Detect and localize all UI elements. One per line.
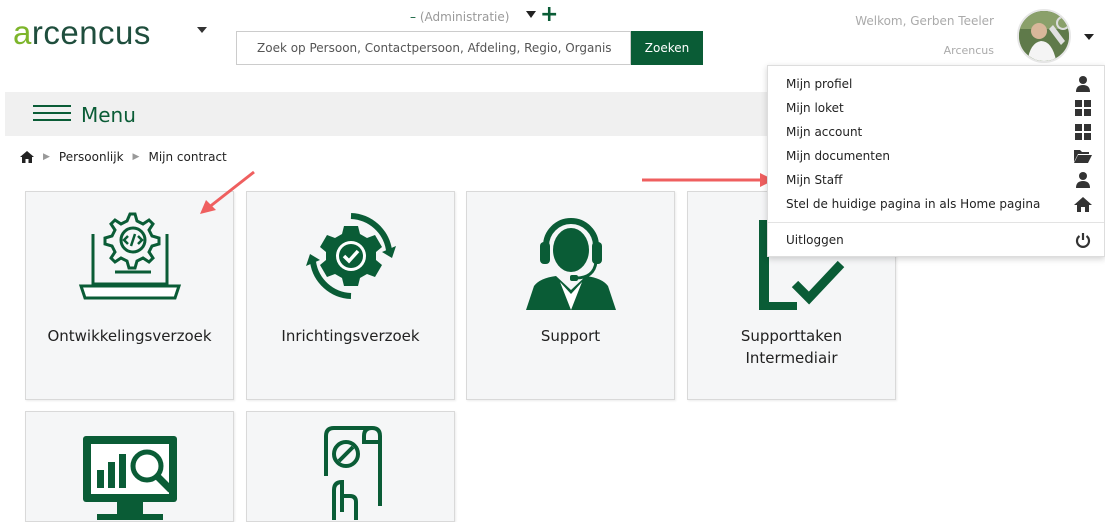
tile-ontwikkelingsverzoek[interactable]: Ontwikkelingsverzoek [25, 191, 234, 400]
annotation-arrow-menu [642, 173, 774, 187]
avatar-photo [1019, 11, 1069, 61]
app-logo[interactable]: arcencus [13, 14, 151, 52]
gear-refresh-check-icon [305, 213, 396, 299]
folder-open-icon [1074, 147, 1092, 165]
tile-support[interactable]: Support [466, 191, 675, 400]
menu-divider [768, 222, 1104, 223]
avatar[interactable] [1017, 9, 1071, 63]
chevron-right-icon: ▶ [132, 152, 140, 162]
logo-dropdown-icon[interactable] [197, 27, 207, 33]
tile-analytics[interactable] [25, 411, 234, 522]
administration-selector[interactable]: – (Administratie) [410, 10, 509, 24]
annotation-arrow-tile [200, 170, 255, 214]
search-input[interactable] [236, 31, 631, 65]
tile-label: Ontwikkelingsverzoek [47, 327, 212, 345]
breadcrumb-item-mijn-contract: Mijn contract [148, 150, 227, 164]
user-icon [1074, 171, 1092, 189]
tile-label: Supporttaken Intermediair [740, 327, 843, 367]
account-dropdown-icon[interactable] [1084, 34, 1094, 40]
menu-item-set-home-page[interactable]: Stel de huidige pagina in als Home pagin… [786, 193, 1092, 215]
breadcrumb: ▶ Persoonlijk ▶ Mijn contract [20, 150, 227, 164]
home-icon [1074, 195, 1092, 213]
menu-item-uitloggen[interactable]: Uitloggen [786, 229, 1092, 251]
menu-item-mijn-documenten[interactable]: Mijn documenten [786, 145, 1092, 167]
menu-item-mijn-profiel[interactable]: Mijn profiel [786, 73, 1092, 95]
grid-icon [1074, 99, 1092, 117]
home-icon[interactable] [20, 151, 34, 163]
user-icon [1074, 75, 1092, 93]
tile-label: Inrichtingsverzoek [281, 327, 420, 345]
chevron-right-icon: ▶ [43, 152, 50, 162]
tile-inrichtingsverzoek[interactable]: Inrichtingsverzoek [246, 191, 455, 400]
tile-document-request[interactable] [246, 411, 455, 522]
menu-item-mijn-staff[interactable]: Mijn Staff [786, 169, 1092, 191]
hamburger-icon[interactable] [33, 105, 73, 123]
administration-dropdown-icon[interactable] [526, 11, 536, 18]
menu-label[interactable]: Menu [81, 103, 136, 127]
company-name: Arcencus [943, 44, 994, 57]
headset-agent-icon [525, 218, 616, 310]
add-administration-icon[interactable]: + [540, 4, 558, 26]
welcome-text: Welkom, Gerben Teeler [855, 14, 994, 28]
power-icon [1074, 231, 1092, 249]
menu-item-mijn-loket[interactable]: Mijn loket [786, 97, 1092, 119]
laptop-gear-code-icon [78, 212, 181, 300]
monitor-analytics-icon [82, 436, 177, 520]
hand-document-icon [323, 426, 382, 520]
account-dropdown-menu: Mijn profiel Mijn loket Mijn account Mij… [767, 65, 1105, 257]
tile-label: Support [540, 327, 601, 345]
grid-icon [1074, 123, 1092, 141]
menu-item-mijn-account[interactable]: Mijn account [786, 121, 1092, 143]
breadcrumb-item-persoonlijk[interactable]: Persoonlijk [59, 150, 124, 164]
search-button[interactable]: Zoeken [631, 31, 703, 65]
